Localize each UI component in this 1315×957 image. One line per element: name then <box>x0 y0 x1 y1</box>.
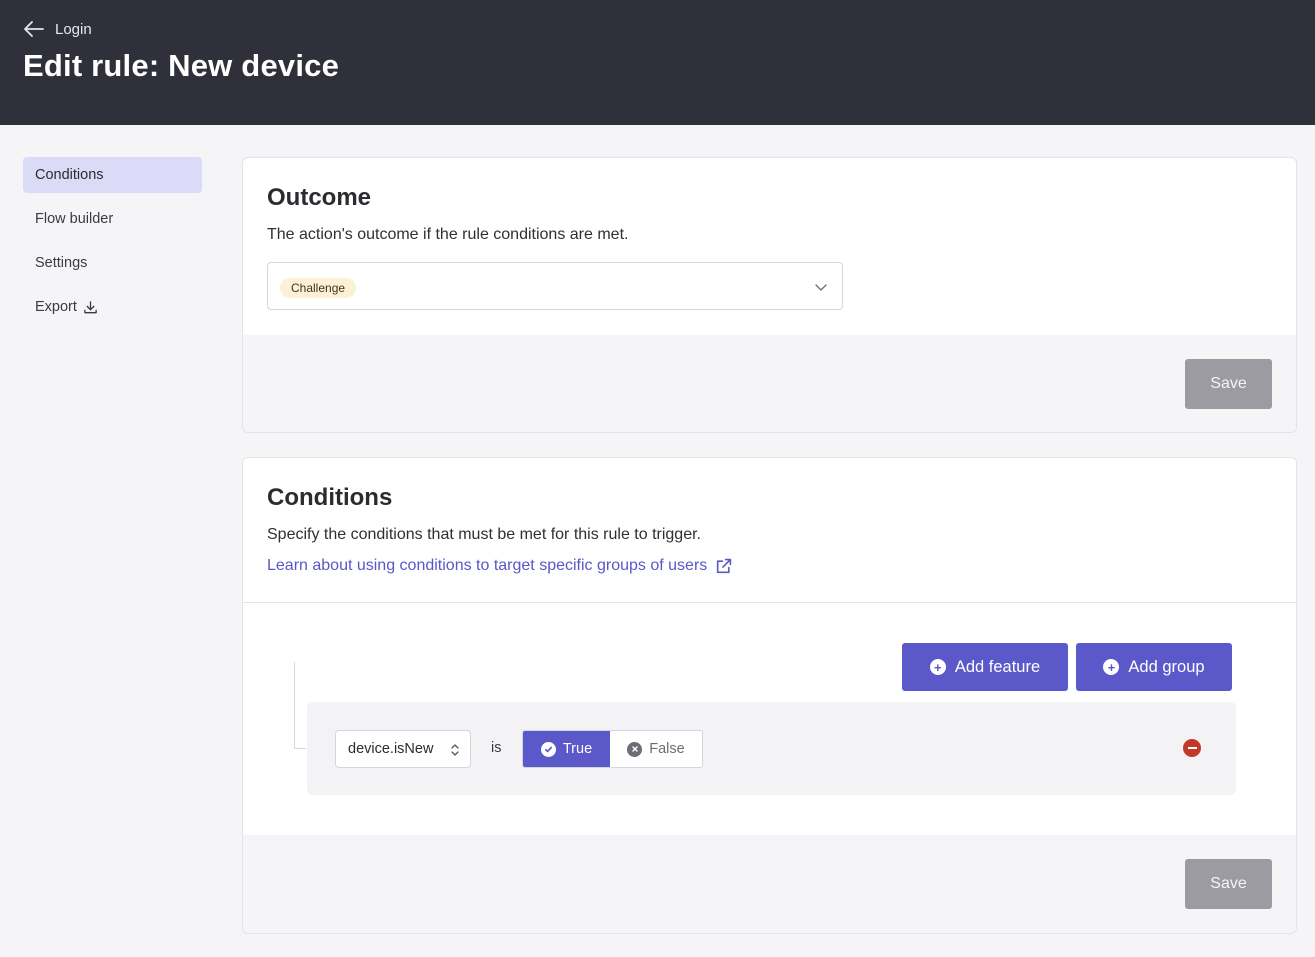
learn-conditions-link[interactable]: Learn about using conditions to target s… <box>267 557 732 575</box>
sidebar-item-export[interactable]: Export <box>23 289 202 325</box>
add-feature-button[interactable]: + Add feature <box>902 643 1068 691</box>
toggle-false-option[interactable]: False <box>610 731 702 767</box>
section-divider <box>243 602 1296 603</box>
plus-circle-icon: + <box>1103 659 1120 675</box>
feature-select-value: device.isNew <box>348 741 434 757</box>
sidebar-item-conditions[interactable]: Conditions <box>23 157 202 193</box>
operator-label: is <box>491 740 502 756</box>
add-feature-label: Add feature <box>954 657 1041 676</box>
toggle-true-option[interactable]: True <box>523 731 610 767</box>
back-link[interactable]: Login <box>23 19 92 39</box>
x-circle-icon <box>627 741 643 757</box>
outcome-title: Outcome <box>267 184 372 211</box>
group-connector-line <box>294 662 295 748</box>
download-icon <box>84 300 97 313</box>
outcome-card: Outcome The action's outcome if the rule… <box>242 157 1297 433</box>
page-header: Login Edit rule: New device <box>0 0 1315 125</box>
group-connector-stub <box>294 748 306 749</box>
outcome-description: The action's outcome if the rule conditi… <box>267 226 629 243</box>
add-group-label: Add group <box>1128 657 1205 676</box>
sidebar-item-label: Export <box>35 299 77 315</box>
outcome-badge: Challenge <box>280 278 357 298</box>
save-outcome-button[interactable]: Save <box>1185 359 1272 409</box>
conditions-footer: Save <box>243 835 1296 933</box>
check-circle-icon <box>540 741 556 757</box>
conditions-card: Conditions Specify the conditions that m… <box>242 457 1297 934</box>
sidebar-item-label: Settings <box>35 255 88 271</box>
sidebar-item-flow-builder[interactable]: Flow builder <box>23 201 202 237</box>
outcome-select[interactable]: Challenge <box>267 262 843 310</box>
back-link-label: Login <box>55 20 92 38</box>
chevron-down-icon <box>815 284 827 291</box>
sort-updown-icon <box>451 744 459 756</box>
learn-link-label: Learn about using conditions to target s… <box>267 557 708 574</box>
toggle-false-label: False <box>649 741 685 757</box>
plus-circle-icon: + <box>929 659 946 675</box>
feature-select[interactable]: device.isNew <box>335 730 471 768</box>
save-conditions-button[interactable]: Save <box>1185 859 1272 909</box>
arrow-left-icon <box>24 21 44 37</box>
sidebar-item-settings[interactable]: Settings <box>23 245 202 281</box>
sidebar-item-label: Flow builder <box>35 211 114 227</box>
outcome-footer: Save <box>243 335 1296 432</box>
add-group-button[interactable]: + Add group <box>1076 643 1232 691</box>
boolean-toggle: True False <box>522 730 703 768</box>
condition-row: device.isNew is True False <box>307 702 1236 795</box>
sidebar-nav: Conditions Flow builder Settings Export <box>23 157 202 333</box>
conditions-description: Specify the conditions that must be met … <box>267 526 701 543</box>
sidebar-item-label: Conditions <box>35 167 104 183</box>
remove-condition-icon[interactable] <box>1183 739 1201 757</box>
page-title: Edit rule: New device <box>23 48 340 83</box>
conditions-title: Conditions <box>267 484 393 511</box>
external-link-icon <box>717 558 732 573</box>
toggle-true-label: True <box>562 741 593 757</box>
